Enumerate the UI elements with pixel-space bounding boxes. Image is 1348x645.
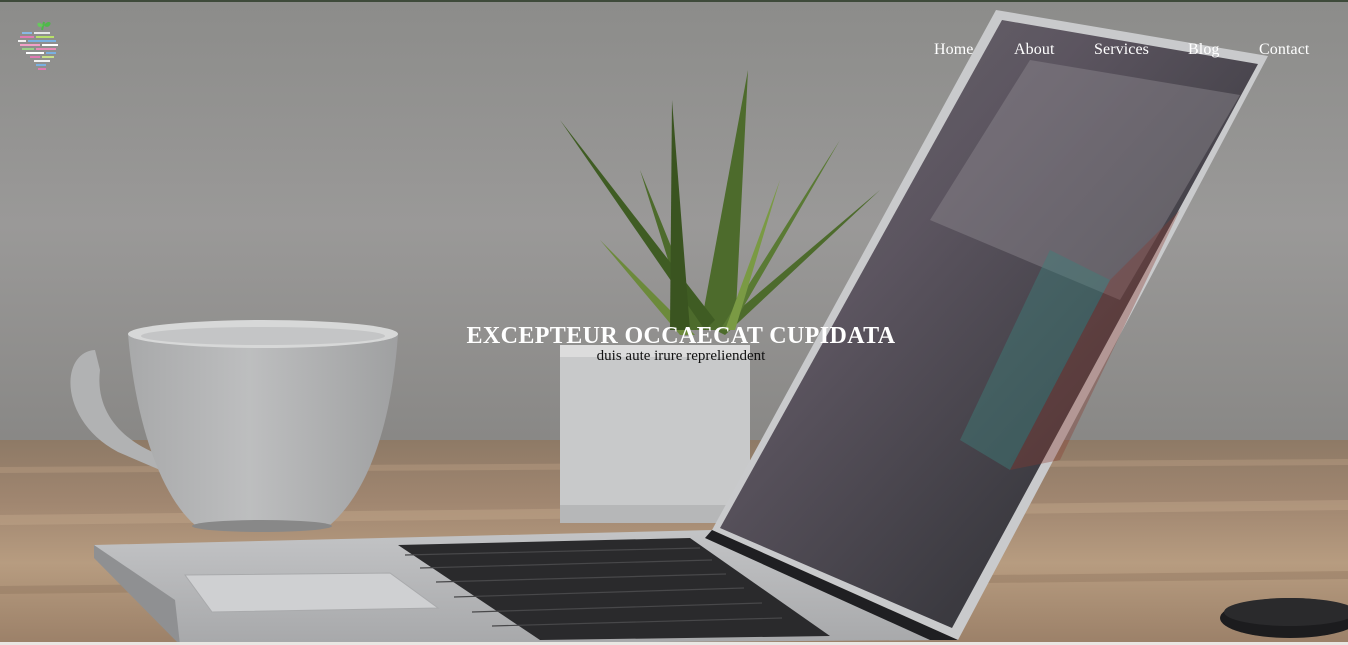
nav-item-services[interactable]: Services: [1094, 41, 1149, 59]
site-logo-icon[interactable]: [18, 20, 64, 76]
nav-item-home[interactable]: Home: [934, 41, 974, 59]
hero-section: Home About Services Blog Contact EXCEPTE…: [0, 0, 1348, 645]
nav-item-blog[interactable]: Blog: [1188, 41, 1220, 59]
hero-subtitle: duis aute irure repreliendent: [596, 348, 766, 364]
top-border: [0, 0, 1348, 2]
hero-text-block: EXCEPTEUR OCCAECAT CUPIDATA duis aute ir…: [0, 322, 1348, 366]
nav-item-about[interactable]: About: [1014, 41, 1055, 59]
nav-item-contact[interactable]: Contact: [1259, 41, 1309, 59]
